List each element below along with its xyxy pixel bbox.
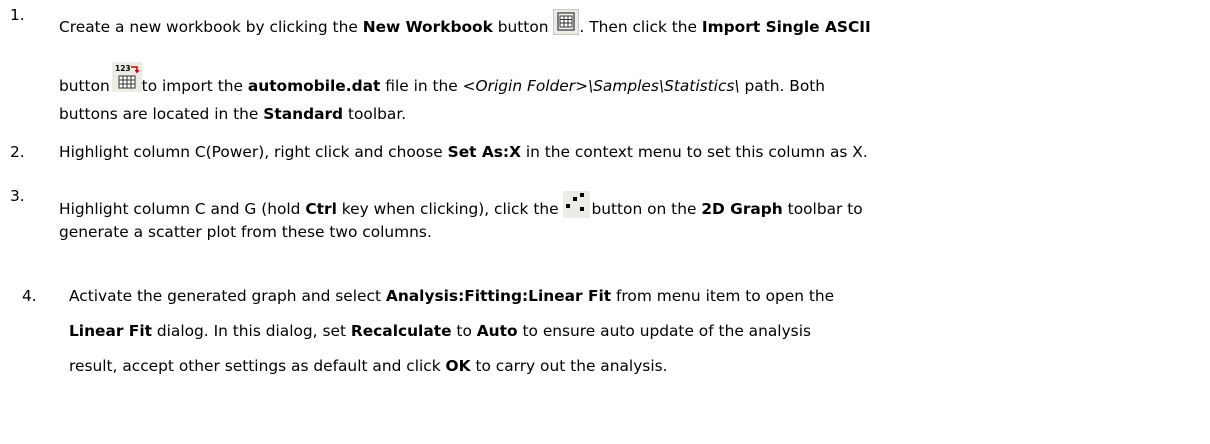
set-as-x-label: Set As:X (447, 143, 521, 161)
step-1-line-2: button 123 to import the automobile.dat … (59, 62, 826, 95)
step-4-line-1: Activate the generated graph and select … (69, 287, 835, 305)
step-number: 4. (22, 287, 37, 305)
import-single-ascii-icon: 123 (111, 62, 142, 92)
linear-fit-menu-path: Analysis:Fitting:Linear Fit (385, 287, 612, 305)
2d-graph-toolbar-label: 2D Graph (701, 200, 783, 218)
import-single-ascii-label: Import Single ASCII (701, 18, 871, 36)
ok-label: OK (445, 357, 471, 375)
origin-folder-path: <Origin Folder>\Samples\Statistics\ (462, 77, 740, 95)
automobile-file-label: automobile.dat (247, 77, 381, 95)
scatter-plot-icon (563, 191, 591, 218)
step-number: 3. (10, 187, 25, 205)
step-1-line-1: Create a new workbook by clicking the Ne… (59, 6, 871, 36)
step-4-line-3: result, accept other settings as default… (69, 357, 668, 375)
new-workbook-label: New Workbook (362, 18, 493, 36)
step-2-line-1: Highlight column C(Power), right click a… (59, 143, 868, 161)
step-1-line-3: buttons are located in the Standard tool… (59, 105, 407, 123)
step-number: 1. (10, 6, 25, 24)
auto-label: Auto (476, 322, 518, 340)
ctrl-key-label: Ctrl (305, 200, 337, 218)
standard-toolbar-label: Standard (263, 105, 344, 123)
step-4-line-2: Linear Fit dialog. In this dialog, set R… (69, 322, 811, 340)
step-3-line-1: Highlight column C and G (hold Ctrl key … (59, 187, 863, 218)
linear-fit-dialog-label: Linear Fit (69, 322, 152, 340)
step-3-line-2: generate a scatter plot from these two c… (59, 223, 432, 241)
new-workbook-icon (553, 9, 580, 35)
import-icon-123-text: 123 (115, 64, 131, 73)
step-number: 2. (10, 143, 25, 161)
recalculate-label: Recalculate (350, 322, 452, 340)
